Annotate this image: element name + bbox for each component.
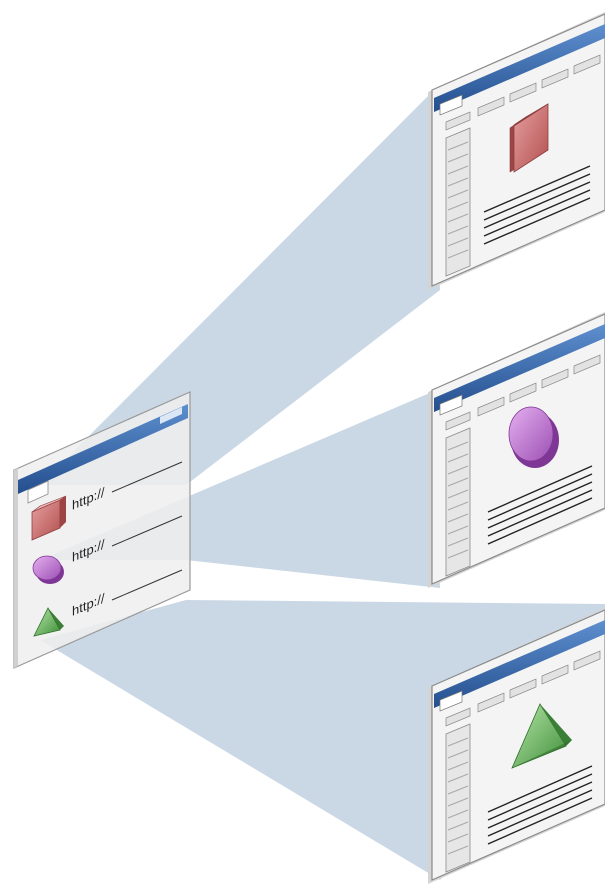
web-links-diagram: http:// http:// http:// [13, 12, 605, 884]
target-page-disc [428, 312, 605, 588]
target-page-cube [428, 12, 605, 290]
